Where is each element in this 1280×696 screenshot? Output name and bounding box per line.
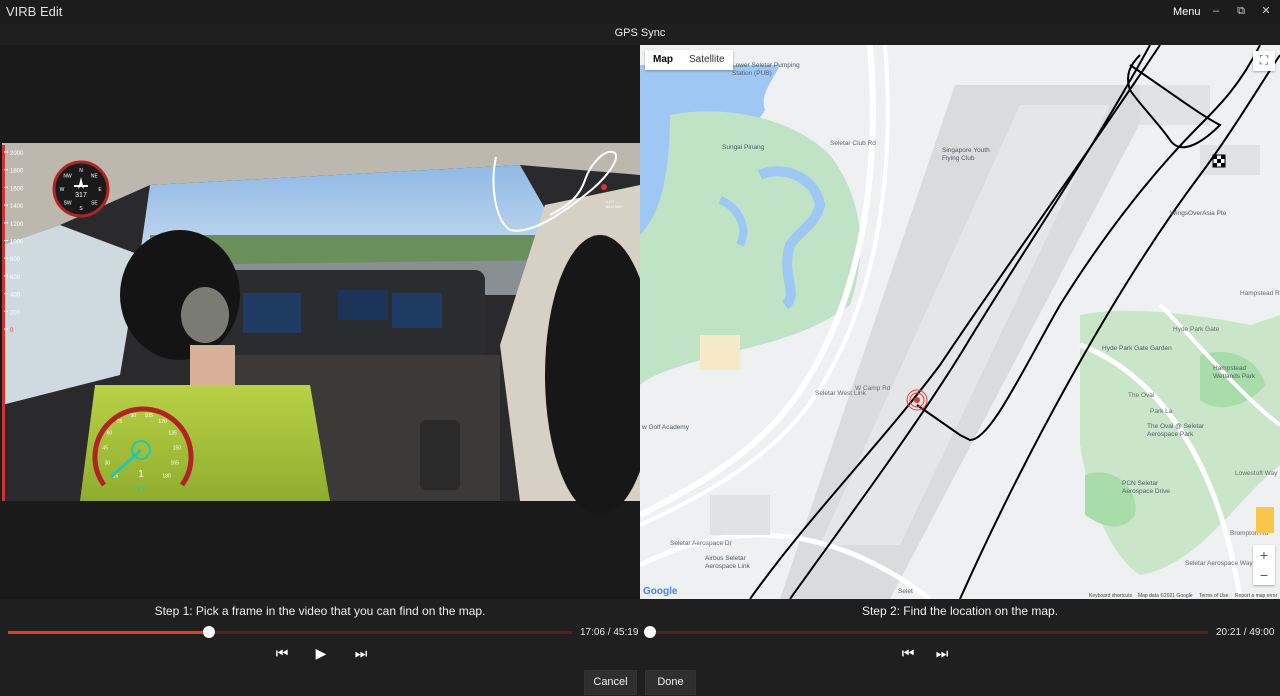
altitude-tick-label: 800	[10, 257, 21, 263]
speed-tick-label: 165	[171, 461, 180, 467]
fullscreen-icon[interactable]: ⛶	[1253, 51, 1275, 71]
map-label: w Golf Academy	[641, 424, 690, 431]
map-view[interactable]: Lower Seletar Pumping Station (PUB) Sungai…	[640, 45, 1280, 599]
terms-link[interactable]: Terms of Use	[1199, 593, 1228, 599]
altitude-tick-label: 1000	[10, 240, 24, 246]
altitude-tick-label: 600	[10, 275, 21, 281]
speed-tick-label: 135	[168, 431, 177, 437]
zoom-out-button[interactable]: −	[1253, 565, 1275, 585]
map-label: WingsOverAsia Pte	[1170, 210, 1227, 217]
altitude-tick-label: 1600	[10, 186, 24, 192]
cancel-button[interactable]: Cancel	[584, 670, 637, 695]
video-frame[interactable]: 2000180016001400120010008006004002000 NN…	[0, 45, 655, 599]
map-label: Hyde Park Gate Garden	[1102, 345, 1172, 352]
video-skip-back-icon[interactable]: ⏮	[272, 644, 292, 662]
speed-tick-label: 120	[158, 419, 167, 425]
map-label: Seletar Aerospace Way	[1185, 560, 1253, 567]
speed-tick-label: 30	[105, 461, 111, 467]
altitude-tick-label: 200	[10, 310, 21, 316]
altitude-tick-label: 1200	[10, 222, 24, 228]
done-button[interactable]: Done	[645, 670, 696, 695]
minimize-button[interactable]: –	[1208, 4, 1224, 18]
speed-unit: KT	[137, 486, 147, 493]
step-2-instruction: Step 2: Find the location on the map.	[861, 604, 1059, 618]
video-play-icon[interactable]: ▶	[311, 644, 331, 662]
app-title: VIRB Edit	[6, 4, 63, 19]
map-timeline[interactable]	[650, 631, 1208, 634]
video-pane[interactable]: 2000 1800 1600 1400 1200 1000 800 600 400 200 0 NN…	[0, 45, 655, 599]
map-label: Singapore Youth	[942, 147, 990, 154]
report-error-link[interactable]: Report a map error	[1235, 593, 1277, 599]
map-skip-forward-icon[interactable]: ⏭	[932, 644, 952, 662]
map-label: Airbus Seletar	[705, 555, 747, 562]
restore-button[interactable]: ⧉	[1233, 4, 1249, 18]
video-skip-forward-icon[interactable]: ⏭	[351, 644, 371, 662]
map-label: W Camp Rd	[855, 385, 891, 392]
compass-letter: SE	[91, 200, 98, 206]
map-label: Station (PUB)	[732, 70, 772, 77]
map-label: PCN Seletar	[1122, 480, 1159, 487]
map-label: Sungai Pinang	[722, 144, 765, 151]
compass-letter: W	[60, 187, 65, 193]
compass-letter: NW	[63, 174, 72, 180]
map-label: Lower Seletar Pumping	[732, 62, 800, 69]
speed-tick-label: 150	[173, 445, 182, 451]
map-label: Aerospace Park	[1147, 431, 1194, 438]
zoom-controls[interactable]: + −	[1253, 545, 1275, 585]
video-time: 17:06 / 45:19	[580, 627, 639, 638]
compass-letter: NE	[91, 174, 99, 180]
keyboard-shortcuts-link[interactable]: Keyboard shortcuts	[1089, 593, 1132, 599]
video-timeline-progress	[8, 631, 210, 634]
google-logo: Google	[643, 586, 678, 597]
speed-tick-label: 60	[107, 431, 113, 437]
speed-tick-label: 105	[145, 413, 154, 419]
map-label: Wetlands Park	[1213, 373, 1256, 380]
speed-tick-label: 180	[162, 474, 171, 480]
map-label: Seletar Aerospace Dr	[670, 540, 733, 547]
close-button[interactable]: ✕	[1258, 4, 1274, 18]
map-canvas[interactable]: Lower Seletar PumpingStation (PUB) Sungai…	[640, 45, 1280, 599]
map-label: Lowestoft Way	[1235, 470, 1278, 477]
speed-tick-label: 75	[117, 419, 123, 425]
compass-gauge: NNEESESSWWNW 317	[52, 160, 110, 218]
compass-letter: N	[79, 168, 83, 174]
menu-button[interactable]: Menu	[1173, 6, 1201, 18]
video-timeline-handle[interactable]	[203, 626, 216, 638]
map-data-attribution: Map data ©2021 Google	[1138, 593, 1193, 599]
step-1-instruction: Step 1: Pick a frame in the video that y…	[154, 604, 486, 618]
map-label: Aerospace Link	[705, 563, 751, 570]
map-label: The Oval	[1128, 392, 1155, 399]
altitude-tick-label: 1400	[10, 204, 24, 210]
map-label: Hampstead	[1213, 365, 1247, 372]
map-type-map[interactable]: Map	[645, 50, 681, 70]
map-label: Hyde Park Gate	[1173, 326, 1220, 333]
zoom-in-button[interactable]: +	[1253, 545, 1275, 565]
speed-value: 1	[138, 469, 144, 480]
map-label: Flying Club	[942, 155, 975, 162]
map-type-toggle[interactable]: Map Satellite	[645, 50, 733, 70]
map-label: Seletar Club Rd	[830, 140, 876, 147]
map-timeline-handle[interactable]	[644, 626, 656, 638]
speed-tick-label: 45	[102, 445, 108, 451]
altitude-tick-label: 1800	[10, 169, 24, 175]
heading-value: 317	[75, 192, 87, 199]
map-label: Hampstead Rd	[1240, 290, 1280, 297]
track-label-2: 65.0 MM	[606, 204, 622, 209]
street-view-icon[interactable]	[1256, 507, 1274, 533]
map-label: Selet	[898, 588, 913, 595]
speed-tick-label: 90	[131, 413, 137, 419]
map-skip-back-icon[interactable]: ⏮	[898, 644, 918, 662]
map-label: Aerospace Drive	[1122, 488, 1170, 495]
map-time: 20:21 / 49:00	[1216, 627, 1275, 638]
compass-letter: SW	[64, 200, 72, 206]
map-label: Park La	[1150, 408, 1173, 415]
title-bar: VIRB Edit Menu – ⧉ ✕	[0, 0, 1280, 24]
altitude-tick-label: 2000	[10, 151, 24, 157]
altitude-tick-label: 400	[10, 293, 21, 299]
map-type-satellite[interactable]: Satellite	[681, 50, 733, 70]
page-title: GPS Sync	[614, 27, 666, 39]
map-label: The Oval @ Seletar	[1147, 423, 1205, 430]
